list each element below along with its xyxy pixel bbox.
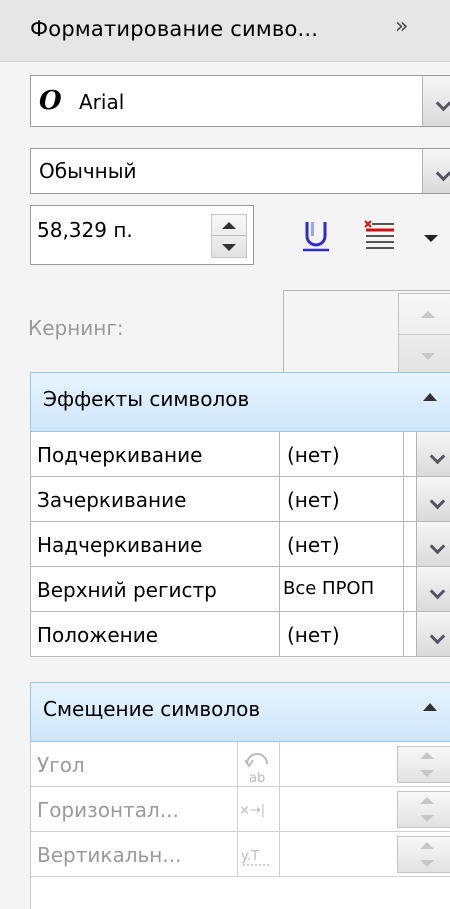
style-dropdown-button[interactable] — [422, 149, 450, 193]
shift-label: Вертикальн... — [37, 843, 182, 867]
table-row: Положение (нет) — [31, 612, 450, 657]
table-row: Подчеркивание (нет) — [31, 432, 450, 477]
font-dropdown-button[interactable] — [422, 76, 450, 126]
effect-value-dropdown[interactable]: (нет) — [279, 477, 404, 521]
collapse-section-icon[interactable] — [423, 703, 437, 711]
effect-value-dropdown[interactable]: (нет) — [279, 612, 404, 656]
table-row: Горизонтал... ×→| — [31, 787, 450, 832]
panel-title-bar: Форматирование симво... » — [0, 0, 450, 62]
style-dropdown[interactable]: Обычный — [30, 148, 450, 194]
effect-value: (нет) — [287, 623, 340, 647]
shift-section-title: Смещение символов — [43, 697, 261, 721]
strikethrough-icon[interactable] — [362, 218, 396, 254]
font-name: Arial — [79, 90, 125, 114]
kerning-increase-button[interactable] — [399, 294, 450, 335]
effects-section-title: Эффекты символов — [43, 387, 250, 411]
kerning-label: Кернинг: — [28, 316, 124, 340]
effect-value: (нет) — [287, 443, 340, 467]
font-size-value: 58,329 п. — [37, 218, 133, 242]
horizontal-spinner[interactable] — [397, 791, 450, 828]
svg-text:×→|: ×→| — [239, 803, 265, 818]
horizontal-shift-icon: ×→| — [237, 787, 280, 831]
collapse-section-icon[interactable] — [423, 393, 437, 401]
effect-value-dropdown[interactable]: (нет) — [279, 522, 404, 566]
kerning-field[interactable] — [283, 290, 450, 380]
effect-value-dropdown[interactable]: (нет) — [279, 432, 404, 476]
effects-section-header[interactable]: Эффекты символов — [30, 372, 450, 432]
collapse-panel-icon[interactable]: » — [395, 14, 408, 39]
more-options-dropdown-icon[interactable] — [424, 235, 438, 242]
angle-spinner[interactable] — [397, 746, 450, 783]
effect-label: Верхний регистр — [37, 578, 217, 602]
underline-dropdown-button[interactable] — [416, 432, 450, 476]
font-size-spinner[interactable] — [211, 214, 247, 258]
table-row: Зачеркивание (нет) — [31, 477, 450, 522]
svg-text:y.T: y.T — [241, 849, 259, 864]
table-row: Угол ab — [31, 742, 450, 787]
effect-label: Положение — [37, 623, 158, 647]
effect-label: Зачеркивание — [37, 488, 187, 512]
opentype-font-icon: O — [39, 86, 62, 116]
size-increase-button[interactable] — [212, 215, 246, 236]
effect-label: Подчеркивание — [37, 443, 203, 467]
panel-title: Форматирование симво... — [30, 17, 319, 41]
shift-label: Угол — [37, 753, 85, 777]
shift-table: Угол ab Горизонтал... ×→| Вертикальн... … — [30, 742, 450, 909]
kerning-decrease-button[interactable] — [399, 334, 450, 376]
effect-value: (нет) — [287, 533, 340, 557]
effect-value-dropdown[interactable]: Все ПРОП — [279, 567, 404, 611]
vertical-shift-icon: y.T — [237, 832, 280, 876]
position-dropdown-button[interactable] — [416, 612, 450, 656]
kerning-spinner[interactable] — [398, 293, 450, 377]
shift-section-header[interactable]: Смещение символов — [30, 682, 450, 742]
effects-table: Подчеркивание (нет) Зачеркивание (нет) Н… — [30, 432, 450, 657]
strikethrough-dropdown-button[interactable] — [416, 477, 450, 521]
svg-text:ab: ab — [249, 771, 265, 786]
effect-value: (нет) — [287, 488, 340, 512]
shift-label: Горизонтал... — [37, 798, 179, 822]
uppercase-dropdown-button[interactable] — [416, 567, 450, 611]
vertical-spinner[interactable] — [397, 836, 450, 873]
size-decrease-button[interactable] — [212, 235, 246, 257]
overline-dropdown-button[interactable] — [416, 522, 450, 566]
style-value: Обычный — [39, 159, 137, 183]
font-dropdown[interactable]: O Arial — [30, 75, 450, 127]
rotate-angle-icon: ab — [237, 742, 280, 786]
underline-icon[interactable] — [300, 218, 332, 254]
effect-value: Все ПРОП — [283, 578, 375, 599]
font-size-field[interactable]: 58,329 п. — [30, 205, 254, 265]
effect-label: Надчеркивание — [37, 533, 203, 557]
table-row: Вертикальн... y.T — [31, 832, 450, 877]
table-row: Надчеркивание (нет) — [31, 522, 450, 567]
table-row: Верхний регистр Все ПРОП — [31, 567, 450, 612]
